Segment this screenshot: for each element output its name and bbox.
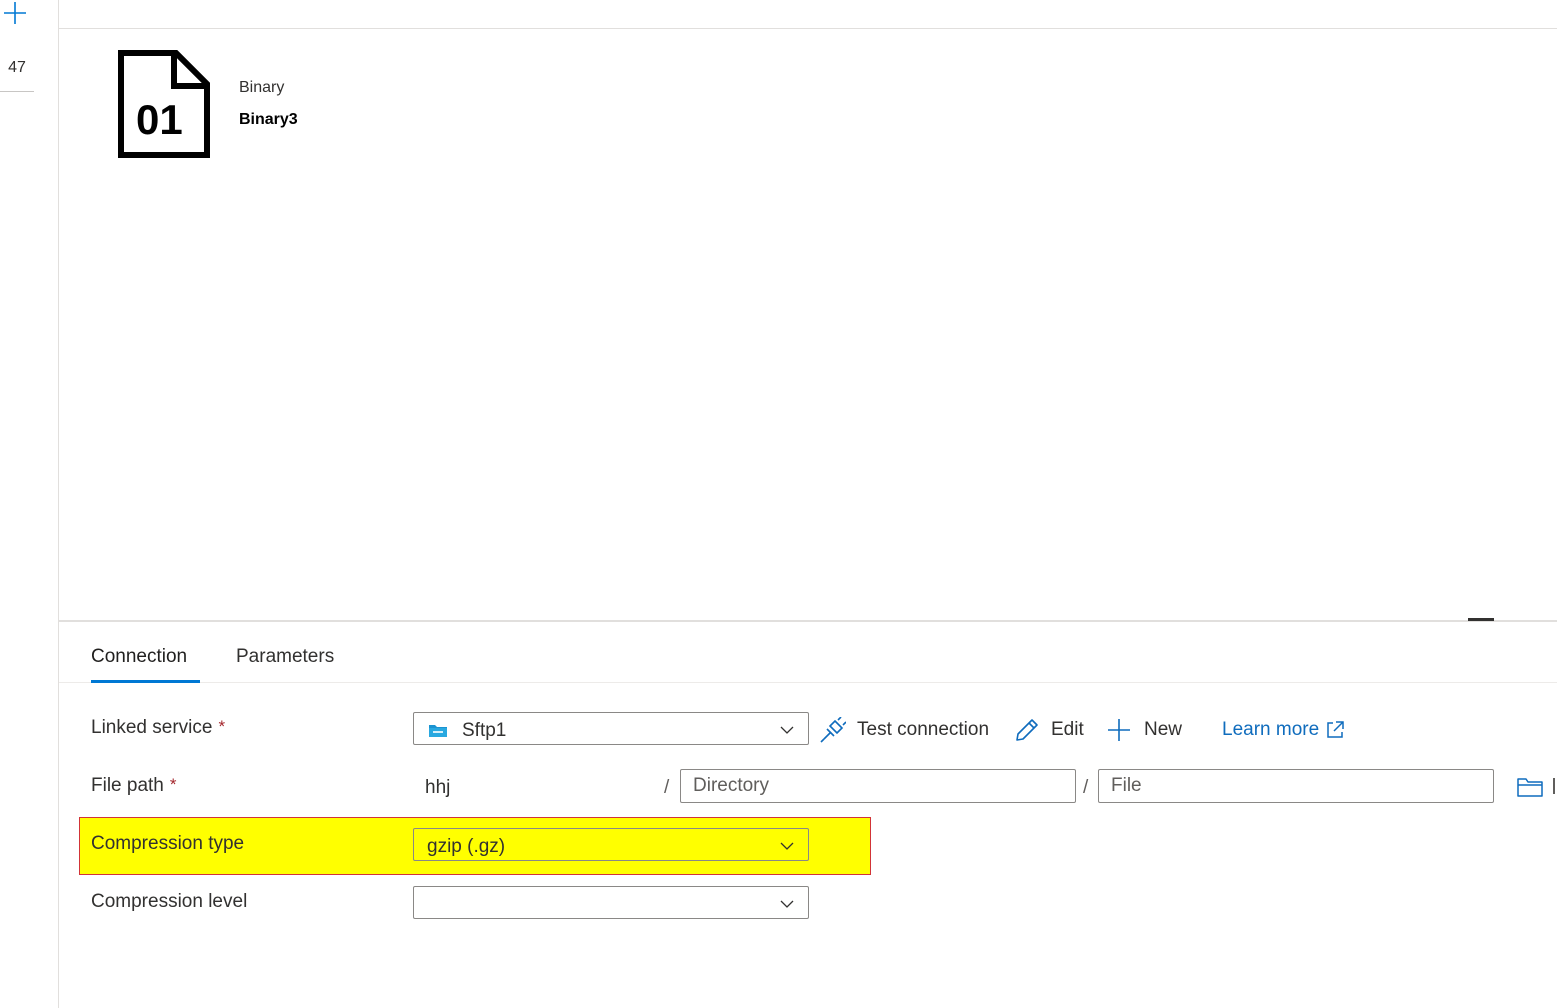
required-mark: * — [218, 717, 226, 736]
chevron-down-icon — [780, 842, 794, 850]
new-button[interactable]: New — [1106, 714, 1182, 746]
tab-connection[interactable]: Connection — [91, 646, 187, 668]
browse-folder-icon[interactable] — [1516, 776, 1544, 798]
item-count: 47 — [0, 58, 34, 92]
path-separator: / — [664, 777, 670, 798]
compression-level-label: Compression level — [91, 891, 248, 912]
linked-service-value: Sftp1 — [462, 720, 507, 741]
sftp-icon — [429, 725, 447, 737]
truncated-control — [1553, 778, 1555, 794]
test-connection-button[interactable]: Test connection — [820, 714, 989, 746]
edit-label: Edit — [1051, 719, 1084, 740]
compression-level-select[interactable] — [413, 886, 809, 919]
panel-resize-handle[interactable] — [1468, 618, 1494, 621]
active-tab-indicator — [91, 680, 200, 683]
file-input[interactable] — [1098, 769, 1494, 803]
dataset-type: Binary — [239, 79, 285, 96]
linked-service-label-text: Linked service — [91, 717, 213, 738]
tabs-divider — [59, 682, 1557, 683]
pencil-icon — [1016, 719, 1038, 741]
chevron-down-icon — [780, 900, 794, 908]
file-path-label: File path * — [91, 775, 177, 797]
path-separator: / — [1083, 777, 1089, 798]
top-bar — [59, 0, 1557, 29]
chevron-down-icon — [780, 726, 794, 734]
directory-input[interactable] — [680, 769, 1076, 803]
new-label: New — [1144, 719, 1183, 740]
learn-more-link[interactable]: Learn more — [1222, 719, 1345, 741]
learn-more-label: Learn more — [1222, 719, 1320, 740]
file-system-value: hhj — [425, 777, 451, 798]
external-link-icon — [1327, 721, 1344, 738]
binary-file-icon: 01 — [118, 50, 210, 158]
linked-service-label: Linked service * — [91, 717, 225, 739]
tab-parameters[interactable]: Parameters — [236, 646, 334, 668]
plug-icon — [820, 717, 846, 743]
panel-divider — [59, 620, 1557, 622]
compression-type-value: gzip (.gz) — [427, 836, 506, 857]
compression-type-label: Compression type — [91, 833, 245, 854]
compression-type-select[interactable]: gzip (.gz) — [413, 828, 809, 861]
left-rail: 47 — [0, 0, 59, 1008]
required-mark: * — [169, 775, 177, 794]
dataset-name: Binary3 — [239, 111, 298, 128]
edit-button[interactable]: Edit — [1014, 714, 1084, 746]
plus-icon — [1108, 719, 1130, 741]
binary-icon-text: 01 — [136, 96, 183, 143]
test-connection-label: Test connection — [857, 719, 990, 740]
file-path-label-text: File path — [91, 775, 164, 796]
linked-service-select[interactable]: Sftp1 — [413, 712, 809, 745]
add-icon[interactable] — [2, 0, 28, 26]
